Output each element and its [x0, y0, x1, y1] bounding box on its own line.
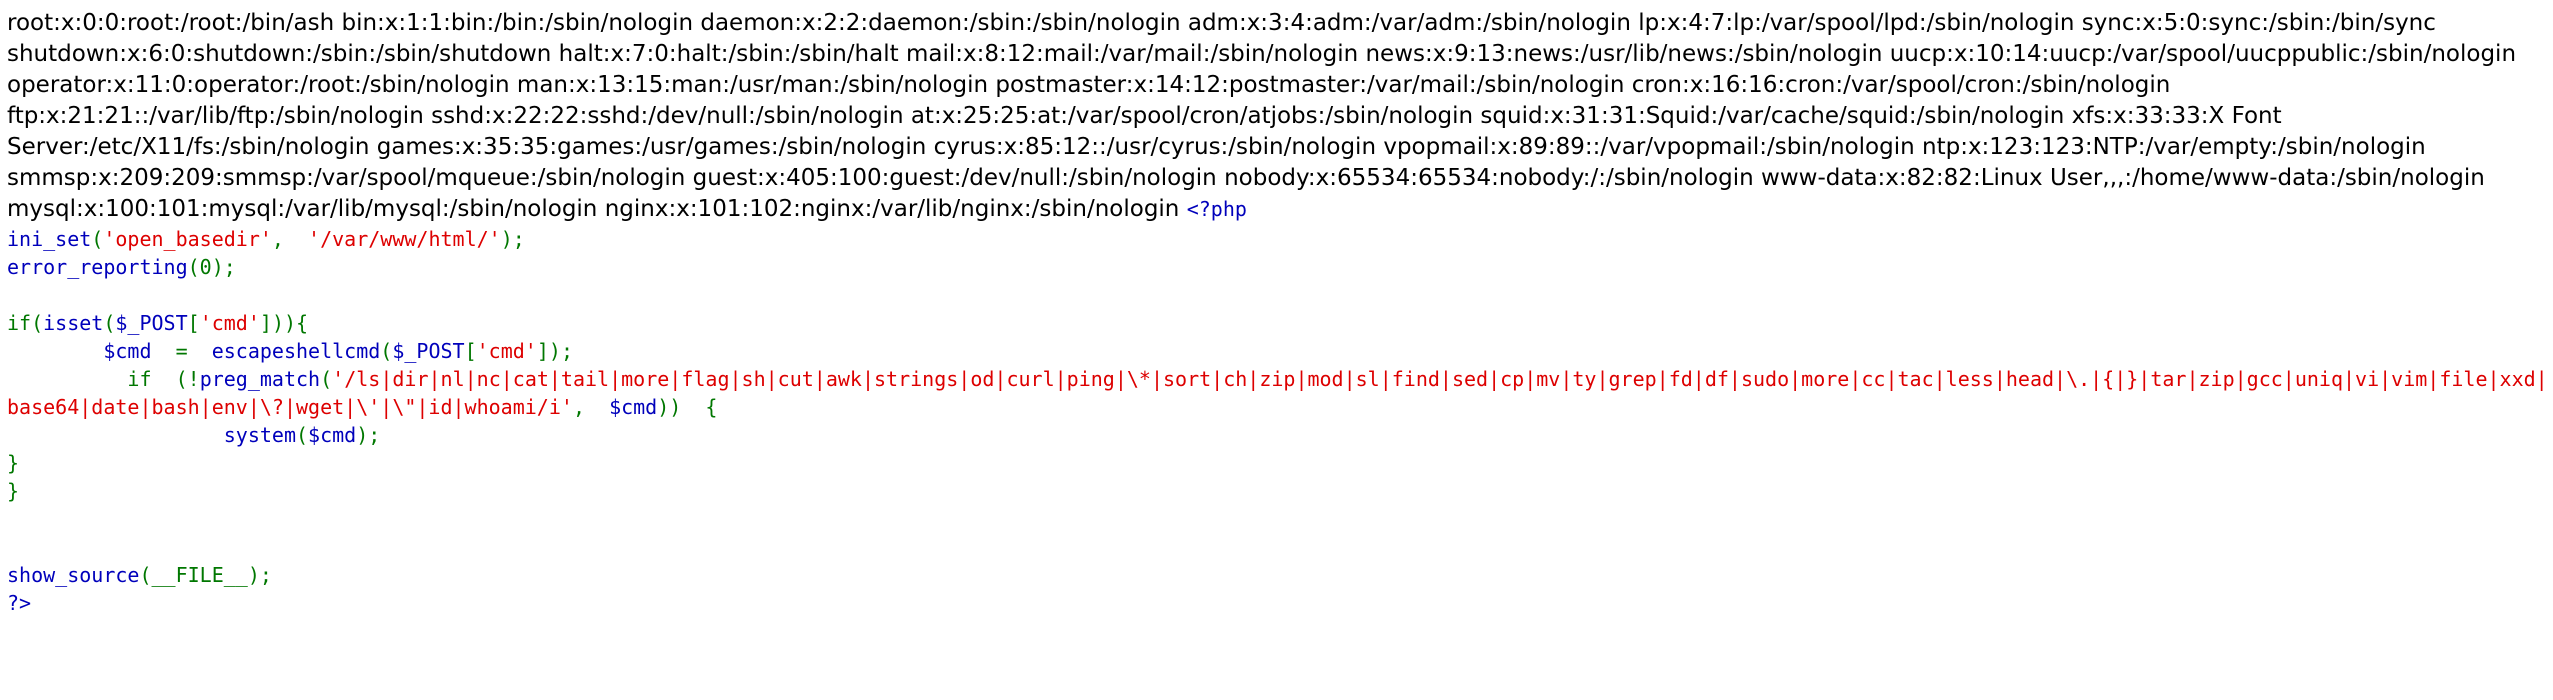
ini-set-function: ini_set [7, 227, 92, 251]
code-line-blank-3 [0, 533, 2553, 561]
preg-match-var: $cmd [609, 395, 658, 419]
ini-set-arg-key: 'open_basedir' [103, 227, 272, 251]
preg-match-indent [7, 367, 127, 391]
isset-function: isset [43, 311, 104, 335]
preg-match-regex-part2: base64|date|bash|env|\?|wget|\'|\"|id|wh… [7, 395, 573, 419]
system-close: ); [356, 423, 381, 447]
cmd-variable: $cmd [103, 339, 152, 363]
escapeshellcmd-close: ]); [536, 339, 573, 363]
cmd-indent [7, 339, 103, 363]
page-output: root:x:0:0:root:/root:/bin/ash bin:x:1:1… [0, 0, 2547, 225]
post-superglobal: $_POST [115, 311, 188, 335]
show-source-function: show_source [7, 563, 140, 587]
error-reporting-function: error_reporting [7, 255, 188, 279]
error-reporting-args: (0); [187, 255, 236, 279]
isset-key: 'cmd' [199, 311, 260, 335]
preg-match-paren: ( [320, 367, 333, 391]
php-source-block: ini_set('open_basedir', '/var/www/html/'… [0, 225, 2553, 617]
system-paren: ( [296, 423, 309, 447]
ini-set-open-paren: ( [91, 227, 104, 251]
code-line-system: system($cmd); [0, 421, 2553, 449]
preg-match-not: ! [187, 367, 200, 391]
code-line-escapeshellcmd: $cmd = escapeshellcmd($_POST['cmd']); [0, 337, 2553, 365]
code-line-error-reporting: error_reporting(0); [0, 253, 2553, 281]
escapeshellcmd-paren: ( [380, 339, 393, 363]
system-function: system [223, 423, 296, 447]
isset-bracket-close: ])){ [259, 311, 309, 335]
code-line-if-isset: if(isset($_POST['cmd'])){ [0, 309, 2553, 337]
system-var: $cmd [308, 423, 357, 447]
system-indent [7, 423, 224, 447]
if-keyword: if( [7, 311, 44, 335]
code-line-blank-2 [0, 505, 2553, 533]
code-line-close-brace-1: } [7, 451, 20, 475]
ini-set-separator: , [271, 227, 309, 251]
preg-match-regex-part1: '/ls|dir|nl|nc|cat|tail|more|flag|sh|cut… [332, 367, 2548, 391]
preg-match-close: )) { [657, 395, 718, 419]
code-line-preg-match: if (!preg_match('/ls|dir|nl|nc|cat|tail|… [0, 365, 2553, 393]
cmd-assign: = [151, 339, 212, 363]
preg-match-function: preg_match [199, 367, 321, 391]
escapeshellcmd-post: $_POST [392, 339, 465, 363]
escapeshellcmd-bracket-open: [ [464, 339, 477, 363]
escapeshellcmd-function: escapeshellcmd [211, 339, 381, 363]
preg-match-if: if ( [127, 367, 188, 391]
code-line-preg-match-cont: base64|date|bash|env|\?|wget|\'|\"|id|wh… [0, 393, 2553, 421]
isset-open-paren: ( [103, 311, 116, 335]
php-open-tag: <?php [1186, 197, 1247, 221]
escapeshellcmd-key: 'cmd' [476, 339, 537, 363]
code-line-close-brace-2: } [7, 479, 20, 503]
code-line-ini-set: ini_set('open_basedir', '/var/www/html/'… [0, 225, 2553, 253]
isset-bracket-open: [ [187, 311, 200, 335]
passwd-output-text: root:x:0:0:root:/root:/bin/ash bin:x:1:1… [7, 10, 2517, 222]
code-line-show-source: show_source(__FILE__); [0, 561, 2553, 589]
show-source-args: (__FILE__); [139, 563, 272, 587]
preg-match-comma: , [572, 395, 610, 419]
php-close-tag: ?> [7, 591, 32, 615]
ini-set-close: ); [500, 227, 525, 251]
ini-set-arg-value: '/var/www/html/' [308, 227, 501, 251]
